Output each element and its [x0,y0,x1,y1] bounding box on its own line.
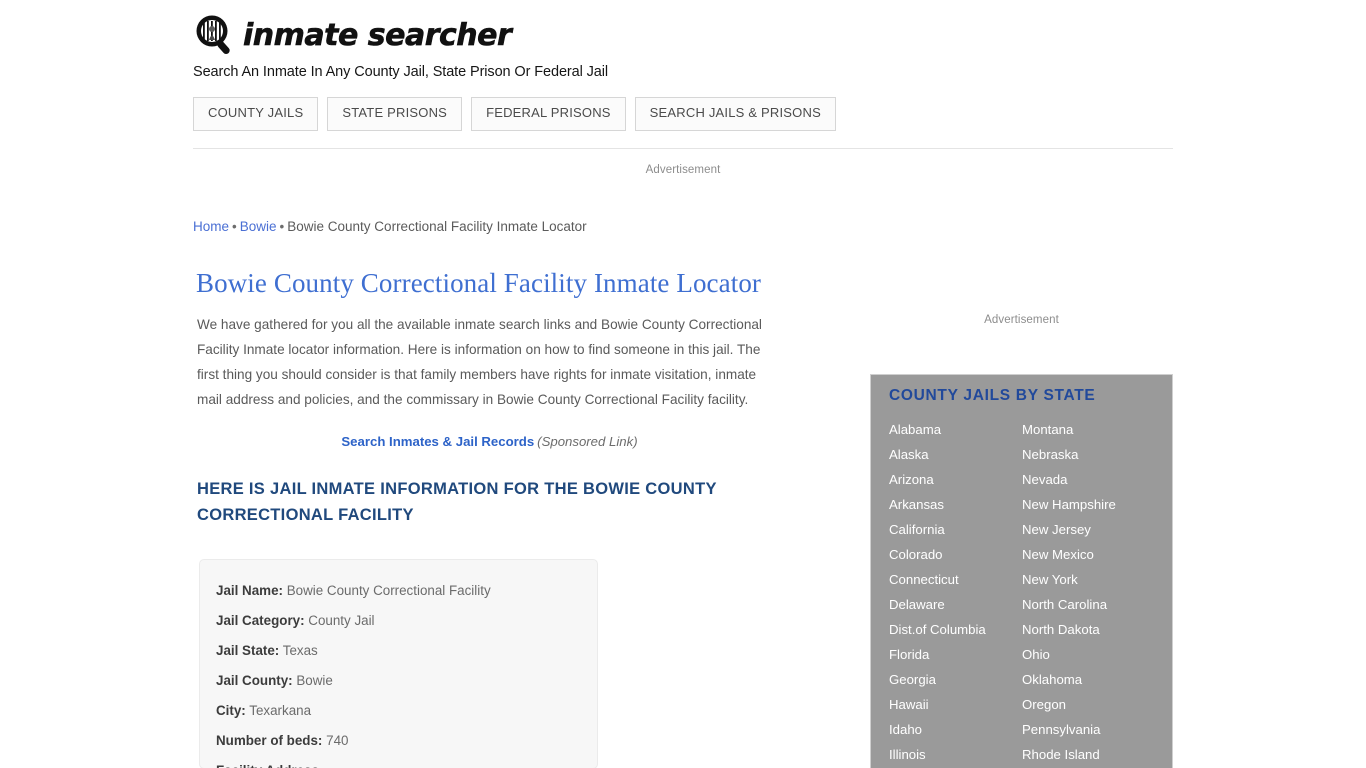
info-row-number-of-beds: Number of beds: 740 [216,726,581,756]
info-value: Texas [282,643,318,658]
sidebar-item-ohio[interactable]: Ohio [1022,642,1155,667]
site-wordmark: inmate searcher [243,18,512,53]
breadcrumb-home-link[interactable]: Home [193,219,229,234]
sidebar-item-dist-of-columbia[interactable]: Dist.of Columbia [889,617,1022,642]
site-logo[interactable]: inmate searcher [193,12,1173,58]
sponsored-note: (Sponsored Link) [537,434,638,449]
state-column-left: Alabama Alaska Arizona Arkansas Californ… [889,417,1022,767]
sidebar-item-new-york[interactable]: New York [1022,567,1155,592]
breadcrumb-separator: • [232,219,237,234]
state-column-right: Montana Nebraska Nevada New Hampshire Ne… [1022,417,1155,767]
header-divider [193,148,1173,149]
sidebar-item-delaware[interactable]: Delaware [889,592,1022,617]
sidebar-item-rhode-island[interactable]: Rhode Island [1022,742,1155,767]
nav-item-federal-prisons[interactable]: FEDERAL PRISONS [471,97,626,131]
info-row-city: City: Texarkana [216,696,581,726]
site-tagline: Search An Inmate In Any County Jail, Sta… [193,64,609,80]
sidebar-item-oklahoma[interactable]: Oklahoma [1022,667,1155,692]
sidebar-item-north-carolina[interactable]: North Carolina [1022,592,1155,617]
info-value: 740 [326,733,349,748]
info-row-jail-name: Jail Name: Bowie County Correctional Fac… [216,576,581,606]
info-key: Jail State: [216,643,280,658]
breadcrumb: Home • Bowie • Bowie County Correctional Fac… [193,219,587,234]
sidebar-item-north-dakota[interactable]: North Dakota [1022,617,1155,642]
sponsored-search-link[interactable]: Search Inmates & Jail Records [341,434,534,449]
info-row-facility-address: Facility Address: [216,756,581,768]
sidebar-item-florida[interactable]: Florida [889,642,1022,667]
sidebar-item-arkansas[interactable]: Arkansas [889,492,1022,517]
sidebar-item-hawaii[interactable]: Hawaii [889,692,1022,717]
sidebar-item-idaho[interactable]: Idaho [889,717,1022,742]
sidebar-item-arizona[interactable]: Arizona [889,467,1022,492]
main-navigation: COUNTY JAILS STATE PRISONS FEDERAL PRISO… [193,97,836,131]
sponsored-link-row: Search Inmates & Jail Records (Sponsored … [197,434,782,449]
info-row-jail-category: Jail Category: County Jail [216,606,581,636]
sidebar-advertisement-label: Advertisement [984,314,1059,326]
info-value: Texarkana [249,703,312,718]
info-key: Facility Address: [216,763,323,768]
sidebar-item-georgia[interactable]: Georgia [889,667,1022,692]
sidebar-item-new-hampshire[interactable]: New Hampshire [1022,492,1155,517]
sidebar-item-connecticut[interactable]: Connecticut [889,567,1022,592]
page-root: inmate searcher Search An Inmate In Any … [0,0,1366,768]
sidebar-item-nebraska[interactable]: Nebraska [1022,442,1155,467]
nav-item-search-jails-prisons[interactable]: SEARCH JAILS & PRISONS [634,97,836,131]
info-value: County Jail [308,613,375,628]
breadcrumb-county-link[interactable]: Bowie [240,219,277,234]
nav-item-county-jails[interactable]: COUNTY JAILS [193,97,319,131]
nav-item-state-prisons[interactable]: STATE PRISONS [327,97,463,131]
sidebar-item-nevada[interactable]: Nevada [1022,467,1155,492]
sidebar-item-montana[interactable]: Montana [1022,417,1155,442]
state-link-columns: Alabama Alaska Arizona Arkansas Californ… [889,417,1172,767]
intro-paragraph: We have gathered for you all the availab… [197,317,762,407]
info-key: Jail County: [216,673,293,688]
info-key: Jail Name: [216,583,283,598]
info-value: Bowie [296,673,333,688]
page-title: Bowie County Correctional Facility Inmat… [196,268,762,298]
sidebar-item-oregon[interactable]: Oregon [1022,692,1155,717]
sidebar-item-pennsylvania[interactable]: Pennsylvania [1022,717,1155,742]
sidebar-title: COUNTY JAILS BY STATE [889,387,1096,404]
info-row-jail-county: Jail County: Bowie [216,666,581,696]
section-heading: HERE IS JAIL INMATE INFORMATION FOR THE … [197,480,717,524]
site-header: inmate searcher Search An Inmate In Any … [193,12,1173,80]
county-jails-by-state-sidebar: COUNTY JAILS BY STATE Alabama Alaska Ari… [870,374,1173,768]
info-key: Number of beds: [216,733,323,748]
magnifier-prison-bars-icon [193,13,237,57]
sidebar-item-illinois[interactable]: Illinois [889,742,1022,767]
info-value: Bowie County Correctional Facility [286,583,491,598]
breadcrumb-current: Bowie County Correctional Facility Inmat… [287,219,587,234]
sidebar-item-colorado[interactable]: Colorado [889,542,1022,567]
sidebar-item-new-jersey[interactable]: New Jersey [1022,517,1155,542]
top-advertisement-label: Advertisement [645,164,721,176]
sidebar-item-new-mexico[interactable]: New Mexico [1022,542,1155,567]
info-key: Jail Category: [216,613,305,628]
sidebar-item-california[interactable]: California [889,517,1022,542]
jail-info-box: Jail Name: Bowie County Correctional Fac… [199,559,598,768]
breadcrumb-separator-2: • [279,219,285,234]
info-key: City: [216,703,246,718]
info-row-jail-state: Jail State: Texas [216,636,581,666]
sidebar-item-alabama[interactable]: Alabama [889,417,1022,442]
sidebar-item-alaska[interactable]: Alaska [889,442,1022,467]
